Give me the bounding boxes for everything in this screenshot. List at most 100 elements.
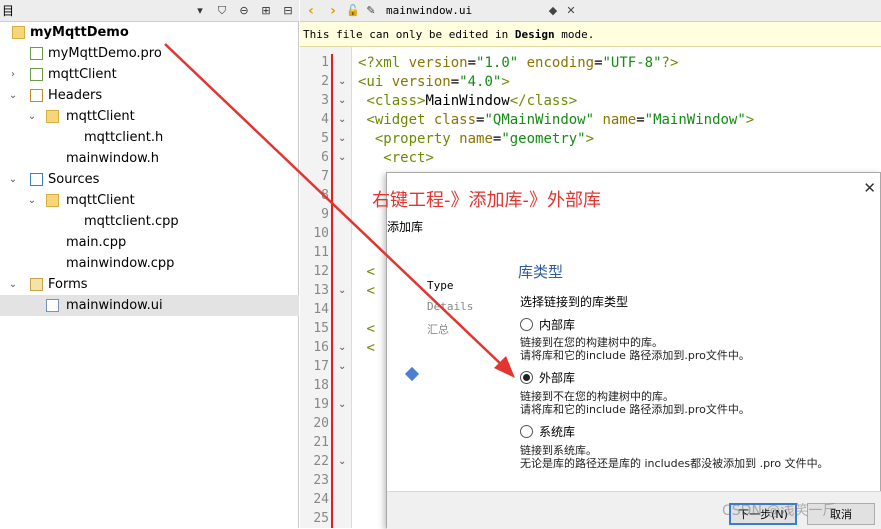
forward-icon[interactable]: › xyxy=(322,3,344,19)
chevron-down-icon[interactable]: ◆ xyxy=(544,4,562,17)
line-number: 12 xyxy=(313,264,329,279)
tree-item-folder[interactable]: ⌄ mqttClient xyxy=(0,190,299,211)
fold-icon[interactable]: ⌄ xyxy=(338,76,346,87)
tree-item-label: mqttClient xyxy=(66,193,135,208)
radio-icon[interactable] xyxy=(520,318,533,331)
tree-item-file[interactable]: mqttclient.h xyxy=(0,127,299,148)
tree-item-subproject[interactable]: › mqttClient xyxy=(0,64,299,85)
tree-item-label: Sources xyxy=(48,172,100,187)
code-line: <?xml version="1.0" encoding="UTF-8"?> xyxy=(358,55,679,71)
line-number: 24 xyxy=(313,492,329,507)
line-number: 1 xyxy=(321,55,329,70)
close-icon[interactable]: ✕ xyxy=(863,179,876,197)
watermark: CSDN @浅笑一斤 xyxy=(722,503,837,519)
line-number: 16 xyxy=(313,340,329,355)
tree-item-label: main.cpp xyxy=(66,235,127,250)
step-summary: 汇总 xyxy=(427,323,449,336)
folder-icon xyxy=(46,110,59,123)
line-number: 14 xyxy=(313,302,329,317)
sources-folder-icon xyxy=(30,173,43,186)
fold-icon[interactable]: ⌄ xyxy=(338,456,346,467)
editor-tab[interactable]: mainwindow.ui xyxy=(386,4,544,17)
tree-item-file[interactable]: mainwindow.h xyxy=(0,148,299,169)
fold-icon[interactable]: ⌄ xyxy=(338,152,346,163)
line-number: 4 xyxy=(321,112,329,127)
radio-external-library[interactable]: 外部库 xyxy=(520,369,575,386)
tree-item-folder[interactable]: ⌄ mqttClient xyxy=(0,106,299,127)
close-pane-icon[interactable]: ⊟ xyxy=(277,0,299,22)
wizard-steps: Type Details 汇总 xyxy=(387,261,507,491)
tree-item-headers[interactable]: ⌄ Headers xyxy=(0,85,299,106)
radio-icon[interactable] xyxy=(520,371,533,384)
step-type: Type xyxy=(427,279,454,292)
fold-icon[interactable]: ⌄ xyxy=(338,114,346,125)
desc-line: 链接到不在您的构建树中的库。 xyxy=(520,390,674,403)
option-description: 链接到在您的构建树中的库。 请将库和它的include 路径添加到.pro文件中。 xyxy=(520,336,750,362)
current-step-icon xyxy=(404,366,420,382)
lock-icon: 🔓 xyxy=(346,4,360,17)
tree-item-label: mqttclient.cpp xyxy=(84,214,179,229)
fold-icon[interactable]: ⌄ xyxy=(338,285,346,296)
tree-item-label: mainwindow.h xyxy=(66,151,159,166)
line-number: 2 xyxy=(321,74,329,89)
tree-item-project[interactable]: myMqttDemo xyxy=(0,22,299,43)
line-number: 13 xyxy=(313,283,329,298)
fold-icon[interactable]: ⌄ xyxy=(338,342,346,353)
tree-item-file[interactable]: mqttclient.cpp xyxy=(0,211,299,232)
tree-item-sources[interactable]: ⌄ Sources xyxy=(0,169,299,190)
option-description: 链接到系统库。 无论是库的路径还是库的 includes都没被添加到 .pro 文… xyxy=(520,444,829,470)
link-icon[interactable]: ⊖ xyxy=(233,0,255,22)
option-label: 系统库 xyxy=(539,425,576,439)
option-description: 链接到不在您的构建树中的库。 请将库和它的include 路径添加到.pro文件中… xyxy=(520,390,750,416)
tree-item-file[interactable]: main.cpp xyxy=(0,232,299,253)
close-icon[interactable]: ✕ xyxy=(562,4,580,17)
tree-item-file[interactable]: mainwindow.cpp xyxy=(0,253,299,274)
ui-file-icon xyxy=(46,299,59,312)
line-number: 5 xyxy=(321,131,329,146)
chevron-down-icon[interactable]: ⌄ xyxy=(26,190,38,211)
code-line: <widget class="QMainWindow" name="MainWi… xyxy=(366,112,755,128)
desc-line: 链接到系统库。 xyxy=(520,444,597,457)
line-number: 17 xyxy=(313,359,329,374)
filter-icon[interactable]: ⛉ xyxy=(211,0,233,22)
add-library-dialog: ✕ 添加库 Type Details 汇总 库类型 选择链接到的库类型 内部库 … xyxy=(386,172,881,529)
line-number: 10 xyxy=(313,226,329,241)
tree-item-label: Forms xyxy=(48,277,88,292)
tree-item-ui-file[interactable]: mainwindow.ui xyxy=(0,295,299,316)
code-line: < xyxy=(366,321,375,337)
line-number: 6 xyxy=(321,150,329,165)
desc-line: 链接到在您的构建树中的库。 xyxy=(520,336,663,349)
fold-icon[interactable]: ⌄ xyxy=(338,95,346,106)
folder-icon xyxy=(46,194,59,207)
line-number: 11 xyxy=(313,245,329,260)
tree-item-pro-file[interactable]: myMqttDemo.pro xyxy=(0,43,299,64)
radio-internal-library[interactable]: 内部库 xyxy=(520,316,575,333)
project-panel: 目 ▾ ⛉ ⊖ ⊞ ⊟ myMqttDemo myMqttDemo.pro › m… xyxy=(0,0,299,528)
chevron-down-icon[interactable]: ⌄ xyxy=(7,274,19,295)
chevron-down-icon[interactable]: ⌄ xyxy=(26,106,38,127)
back-icon[interactable]: ‹ xyxy=(300,3,322,19)
chevron-down-icon[interactable]: ⌄ xyxy=(7,85,19,106)
page-heading: 库类型 xyxy=(518,263,564,281)
chevron-right-icon[interactable]: › xyxy=(7,64,19,85)
option-label: 外部库 xyxy=(539,371,576,385)
code-line: < xyxy=(366,264,375,280)
radio-icon[interactable] xyxy=(520,425,533,438)
split-icon[interactable]: ⊞ xyxy=(255,0,277,22)
page-subheading: 选择链接到的库类型 xyxy=(520,295,629,309)
fold-icon[interactable]: ⌄ xyxy=(338,361,346,372)
chevron-down-icon[interactable]: ⌄ xyxy=(7,169,19,190)
fold-icon[interactable]: ⌄ xyxy=(338,133,346,144)
fold-icon[interactable]: ⌄ xyxy=(338,399,346,410)
tree-item-label: mainwindow.ui xyxy=(66,298,163,313)
tree-item-label: myMqttDemo xyxy=(30,25,129,40)
tree-item-label: mqttClient xyxy=(48,67,117,82)
chevron-down-icon[interactable]: ▾ xyxy=(189,0,211,22)
radio-system-library[interactable]: 系统库 xyxy=(520,423,575,440)
code-line: <property name="geometry"> xyxy=(374,131,595,147)
line-number: 23 xyxy=(313,473,329,488)
subproject-icon xyxy=(30,68,43,81)
annotation-bar xyxy=(331,54,333,528)
tree-item-forms[interactable]: ⌄ Forms xyxy=(0,274,299,295)
notice-bold: Design xyxy=(514,28,555,41)
